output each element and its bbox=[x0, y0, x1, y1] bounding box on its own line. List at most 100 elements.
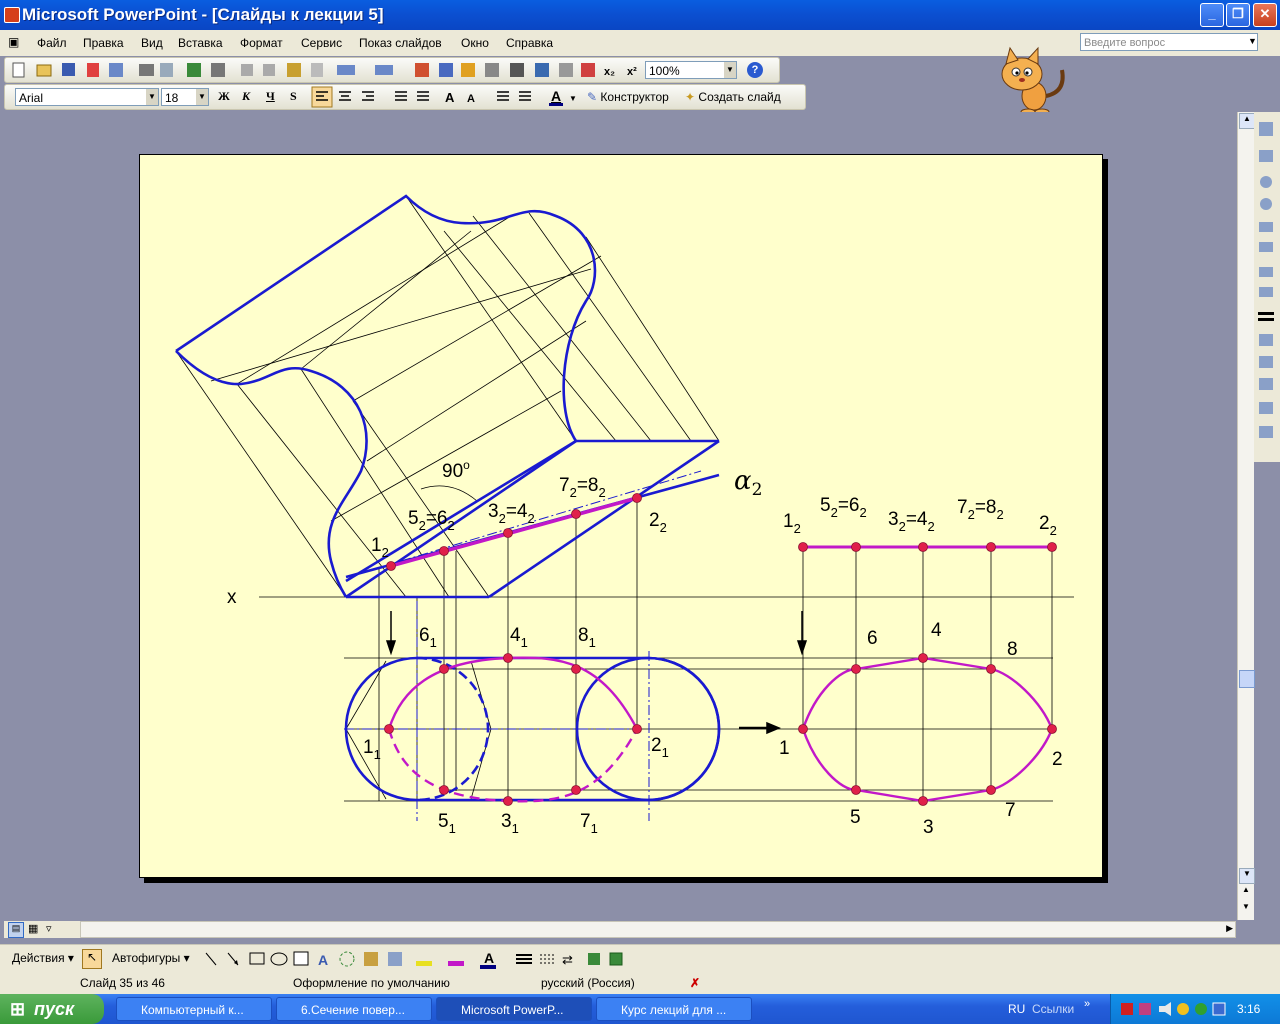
restore-button[interactable]: ❐ bbox=[1226, 3, 1250, 27]
chevron-down-icon[interactable]: ▼ bbox=[146, 89, 158, 105]
svg-text:x²: x² bbox=[627, 66, 637, 78]
powerpoint-icon[interactable] bbox=[4, 7, 20, 23]
standard-toolbar-icons[interactable]: x₂ x² bbox=[7, 58, 647, 82]
true-shape-top-label: 32=42 bbox=[888, 509, 935, 534]
chevron-down-icon[interactable]: ▼ bbox=[196, 89, 208, 105]
help-icon[interactable]: ? bbox=[747, 62, 763, 78]
true-shape-top-label: 12 bbox=[783, 511, 801, 536]
normal-view-icon[interactable]: ▤ bbox=[8, 922, 24, 938]
next-slide-icon[interactable]: ▼ bbox=[1239, 902, 1253, 916]
status-slide-number: Слайд 35 из 46 bbox=[80, 976, 165, 990]
minimize-button[interactable]: _ bbox=[1200, 3, 1224, 27]
section-point bbox=[632, 493, 642, 503]
doc-icon[interactable]: ▣ bbox=[8, 35, 19, 49]
true-shape-point-label: 2 bbox=[1052, 749, 1063, 770]
section-point bbox=[1047, 542, 1057, 552]
true-shape-section bbox=[801, 545, 1054, 803]
menu-insert[interactable]: Вставка bbox=[178, 36, 223, 50]
actions-label: Действия bbox=[12, 951, 65, 965]
font-size-select[interactable]: 18 ▼ bbox=[161, 88, 209, 106]
paragraph-toolbar-icons[interactable]: A A A ▼ bbox=[311, 85, 591, 109]
tray-chevron-icon[interactable]: » bbox=[1084, 998, 1090, 1010]
menu-help[interactable]: Справка bbox=[506, 36, 553, 50]
section-point bbox=[503, 528, 513, 538]
plane-alpha-label: α2 bbox=[734, 466, 762, 500]
top-view-label: 81 bbox=[578, 625, 596, 650]
menu-format[interactable]: Формат bbox=[240, 36, 283, 50]
scroll-down-icon[interactable]: ▼ bbox=[1239, 868, 1255, 884]
true-shape-top-label: 52=62 bbox=[820, 495, 867, 520]
ask-question-input[interactable]: Введите вопрос bbox=[1080, 33, 1258, 51]
chevron-down-icon[interactable]: ▼ bbox=[724, 62, 736, 78]
menu-tools[interactable]: Сервис bbox=[301, 36, 342, 50]
section-point bbox=[851, 785, 861, 795]
section-point bbox=[632, 724, 642, 734]
svg-text:A: A bbox=[318, 952, 328, 968]
prev-slide-icon[interactable]: ▲ bbox=[1239, 885, 1253, 899]
zoom-select[interactable]: 100% ▼ bbox=[645, 61, 737, 79]
top-view-label: 71 bbox=[580, 811, 598, 836]
design-icon: ✎ bbox=[587, 90, 598, 104]
start-button[interactable]: ⊞ пуск bbox=[0, 994, 104, 1024]
section-point bbox=[1047, 724, 1057, 734]
true-shape-top-label: 72=82 bbox=[957, 497, 1004, 522]
task-powerpoint[interactable]: Microsoft PowerP... bbox=[436, 997, 592, 1021]
font-name-select[interactable]: Arial ▼ bbox=[15, 88, 159, 106]
designer-button[interactable]: ✎ Конструктор bbox=[587, 90, 669, 104]
menu-edit[interactable]: Правка bbox=[83, 36, 124, 50]
task-section-word[interactable]: 6.Сечение повер... bbox=[276, 997, 432, 1021]
scroll-right-icon[interactable]: ▶ bbox=[1226, 923, 1233, 934]
section-point bbox=[503, 653, 513, 663]
start-label: пуск bbox=[34, 999, 75, 1019]
vertical-scrollbar[interactable]: ▲ ▼ ▲ ▼ bbox=[1237, 112, 1255, 920]
slide-canvas[interactable]: 12 52=62 32=42 72=82 22 61 41 81 11 21 51 31 71 12 52=… bbox=[139, 154, 1103, 878]
menu-slideshow[interactable]: Показ слайдов bbox=[359, 36, 442, 50]
chevron-down-icon[interactable]: ▼ bbox=[1248, 36, 1257, 46]
horizontal-scrollbar[interactable]: ▶ bbox=[80, 921, 1236, 938]
spellcheck-icon[interactable]: ✗ bbox=[690, 976, 700, 990]
section-point bbox=[918, 796, 928, 806]
slide-sorter-icon[interactable]: ▦ bbox=[28, 922, 38, 935]
standard-toolbar: x₂ x² 100% ▼ ? bbox=[4, 57, 780, 83]
new-slide-label: Создать слайд bbox=[698, 90, 781, 104]
title-bar: Microsoft PowerPoint - [Слайды к лекции … bbox=[0, 0, 1280, 30]
menu-window[interactable]: Окно bbox=[461, 36, 489, 50]
close-button[interactable]: ✕ bbox=[1253, 3, 1277, 27]
shadow-button[interactable]: S bbox=[290, 89, 297, 104]
italic-button[interactable]: К bbox=[242, 89, 250, 104]
svg-text:▼: ▼ bbox=[569, 94, 577, 103]
menu-file[interactable]: Файл bbox=[37, 36, 67, 50]
front-view-label: 22 bbox=[649, 510, 667, 535]
section-point bbox=[851, 664, 861, 674]
slideshow-icon[interactable]: ▿ bbox=[46, 922, 52, 935]
true-shape-point-label: 8 bbox=[1007, 639, 1018, 660]
new-slide-button[interactable]: ✦ Создать слайд bbox=[685, 90, 781, 104]
select-pointer-icon[interactable]: ↖ bbox=[82, 949, 102, 969]
autoshapes-menu[interactable]: Автофигуры ▾ bbox=[112, 951, 190, 965]
tray-links[interactable]: Ссылки bbox=[1032, 1002, 1074, 1016]
true-shape-point-label: 4 bbox=[931, 620, 942, 641]
office-assistant-cat-icon[interactable] bbox=[992, 46, 1076, 116]
section-point bbox=[386, 561, 396, 571]
section-point bbox=[986, 542, 996, 552]
actions-menu[interactable]: Действия ▾ bbox=[12, 951, 74, 965]
true-shape-point-label: 1 bbox=[779, 738, 790, 759]
true-shape-point-label: 3 bbox=[923, 817, 934, 838]
underline-button[interactable]: Ч bbox=[266, 89, 275, 104]
drawing-tools-icons[interactable]: A A ⇄ bbox=[200, 947, 640, 971]
scroll-up-icon[interactable]: ▲ bbox=[1239, 113, 1255, 129]
top-view-label: 21 bbox=[651, 735, 669, 760]
tray-language[interactable]: RU bbox=[1008, 1002, 1025, 1016]
new-slide-icon: ✦ bbox=[685, 90, 696, 104]
task-lecture-course[interactable]: Курс лекций для ... bbox=[596, 997, 752, 1021]
reviewing-toolbar-icons[interactable] bbox=[1254, 112, 1280, 452]
tray-icons[interactable] bbox=[1117, 994, 1237, 1024]
true-shape-point-label: 7 bbox=[1005, 800, 1016, 821]
status-bar: Слайд 35 из 46 Оформление по умолчанию р… bbox=[0, 972, 1280, 994]
bold-button[interactable]: Ж bbox=[218, 89, 230, 104]
scroll-thumb[interactable] bbox=[1239, 670, 1255, 688]
task-computer-course[interactable]: Компьютерный к... bbox=[116, 997, 272, 1021]
true-shape-point-label: 5 bbox=[850, 807, 861, 828]
menu-view[interactable]: Вид bbox=[141, 36, 163, 50]
section-point bbox=[384, 724, 394, 734]
